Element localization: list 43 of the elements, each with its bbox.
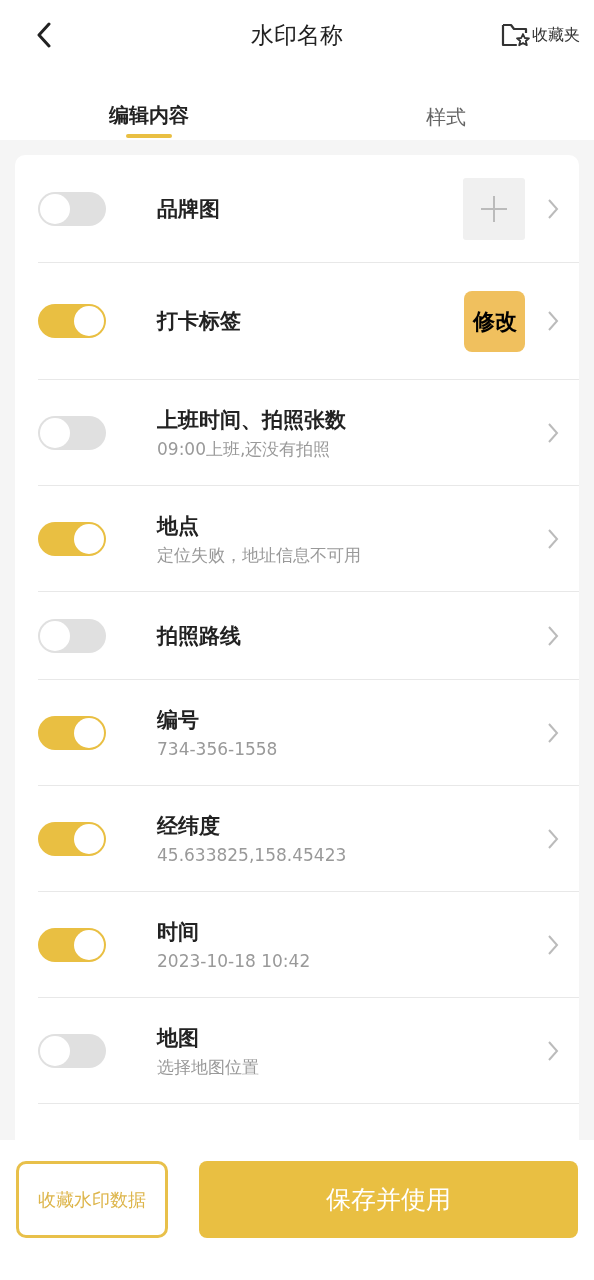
row-subtitle: 选择地图位置 <box>157 1055 260 1078</box>
toggle-switch[interactable] <box>38 927 106 962</box>
chevron-icon <box>547 721 559 744</box>
chevron-icon <box>547 527 559 550</box>
row-title: 品牌图 <box>157 195 221 223</box>
add-image-button[interactable] <box>463 177 525 240</box>
row-subtitle: 734-356-1558 <box>157 737 279 760</box>
favorites-button[interactable]: 收藏夹 <box>500 21 580 49</box>
row-title: 地图 <box>157 1024 200 1052</box>
row-title: 经纬度 <box>157 812 221 840</box>
toggle-switch[interactable] <box>38 715 106 750</box>
page-title: 水印名称 <box>251 20 343 50</box>
toggle-switch[interactable] <box>38 821 106 856</box>
row-title: 打卡标签 <box>157 308 242 335</box>
toggle-switch[interactable] <box>38 304 106 338</box>
chevron-icon <box>547 310 559 332</box>
row-title: 编号 <box>157 706 200 734</box>
plus-icon <box>480 194 508 223</box>
edit-tag-button[interactable]: 修改 <box>464 290 525 352</box>
chevron-icon <box>547 827 559 850</box>
row-title: 时间 <box>157 918 200 946</box>
row-subtitle: 定位失败，地址信息不可用 <box>157 543 362 566</box>
chevron-icon <box>547 197 559 220</box>
row-title: 上班时间、拍照张数 <box>157 406 347 434</box>
toggle-switch[interactable] <box>38 1033 106 1068</box>
chevron-icon <box>547 624 559 647</box>
folder-star-icon <box>500 21 530 49</box>
row-subtitle: 45.633825,158.45423 <box>157 843 348 866</box>
toggle-switch[interactable] <box>38 415 106 450</box>
tab[interactable]: 编辑内容 <box>108 96 189 138</box>
row-subtitle: 2023-10-18 10:42 <box>157 949 312 972</box>
chevron-icon <box>547 933 559 956</box>
row-title: 拍照路线 <box>157 622 242 650</box>
tab[interactable]: 样式 <box>425 96 466 138</box>
toggle-switch[interactable] <box>38 618 106 653</box>
favorites-label: 收藏夹 <box>532 24 580 46</box>
row-title: 地点 <box>157 512 200 540</box>
back-icon[interactable] <box>36 22 52 48</box>
toggle-switch[interactable] <box>38 191 106 226</box>
chevron-icon <box>547 1039 559 1062</box>
chevron-icon <box>547 421 559 444</box>
toggle-switch[interactable] <box>38 521 106 556</box>
row-subtitle: 09:00上班,还没有拍照 <box>157 437 332 460</box>
